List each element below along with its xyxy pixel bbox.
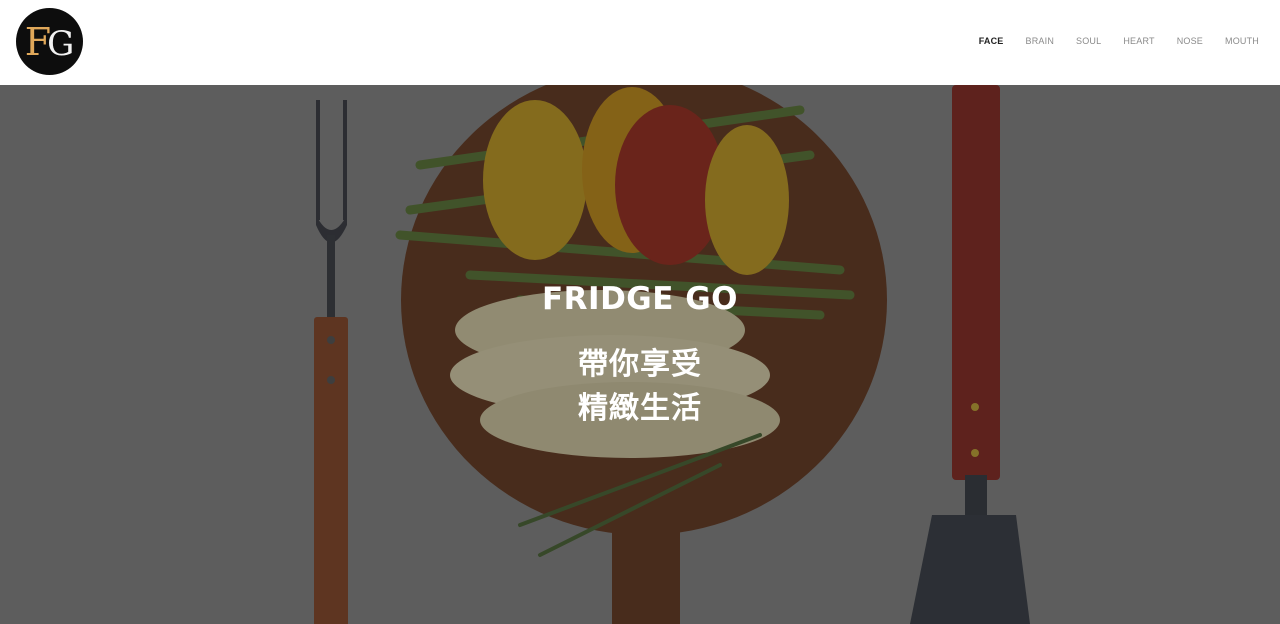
- hero-subtitle-line1: 帶你享受: [578, 347, 702, 382]
- nav-item-nose[interactable]: NOSE: [1177, 36, 1203, 46]
- site-logo[interactable]: FG: [16, 8, 83, 75]
- nav-item-heart[interactable]: HEART: [1123, 36, 1154, 46]
- nav-item-face[interactable]: FACE: [979, 36, 1004, 46]
- site-header: FG FACE BRAIN SOUL HEART NOSE MOUTH: [0, 0, 1280, 85]
- nav-item-soul[interactable]: SOUL: [1076, 36, 1101, 46]
- hero-subtitle-line2: 精緻生活: [578, 391, 702, 426]
- logo-letter-f: F: [24, 19, 51, 64]
- main-nav: FACE BRAIN SOUL HEART NOSE MOUTH: [957, 36, 1259, 46]
- hero-banner: FRIDGE GO 帶你享受 精緻生活: [0, 85, 1280, 624]
- logo-monogram: FG: [24, 19, 75, 64]
- nav-item-brain[interactable]: BRAIN: [1026, 36, 1055, 46]
- nav-item-mouth[interactable]: MOUTH: [1225, 36, 1259, 46]
- hero-title: FRIDGE GO: [541, 281, 739, 317]
- logo-letter-g: G: [47, 23, 74, 64]
